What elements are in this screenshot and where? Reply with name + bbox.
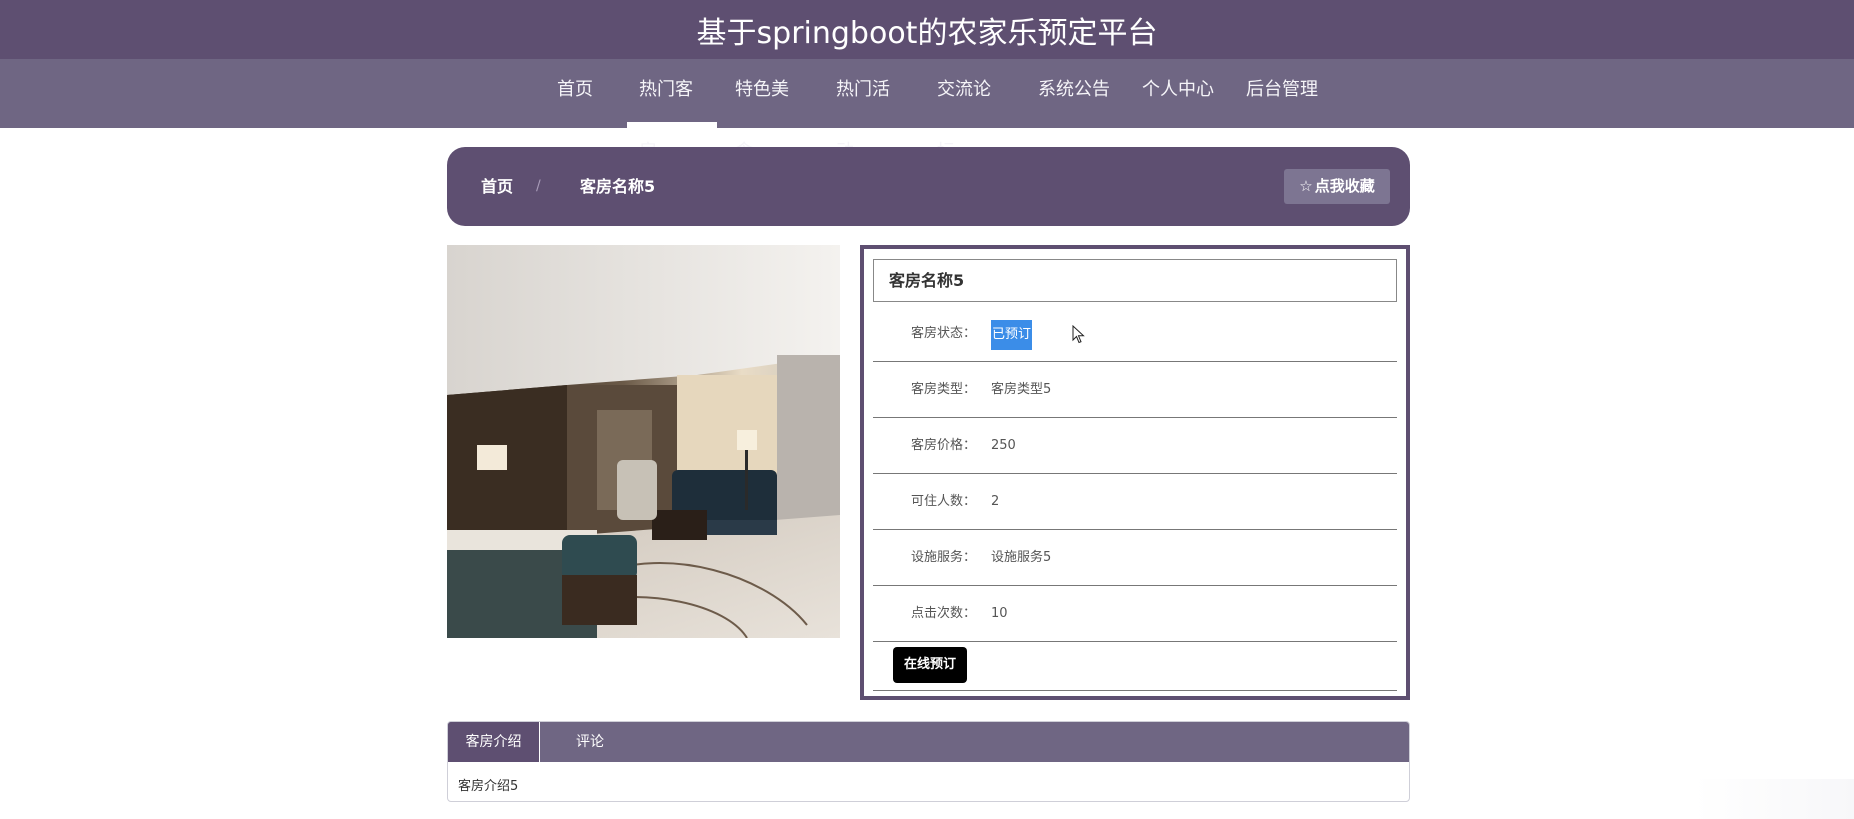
field-row-status: 客房状态： 已预订 [873, 306, 1397, 362]
field-value: 10 [991, 606, 1008, 621]
field-label: 客房状态： [911, 326, 977, 341]
room-tabs: 客房介绍 评论 客房介绍5 [447, 721, 1410, 802]
field-label: 设施服务： [911, 550, 977, 565]
favorite-button[interactable]: ☆ 点我收藏 [1284, 169, 1390, 204]
room-image [447, 245, 840, 638]
booking-row: 在线预订 [873, 641, 1397, 691]
breadcrumb-current: 客房名称5 [580, 177, 656, 196]
main-nav: 首页 热门客房 特色美食 热门活动 交流论坛 系统公告 个人中心 后台管理 [0, 59, 1854, 162]
field-label: 可住人数： [911, 494, 977, 509]
room-detail-panel: 客房名称5 客房状态： 已预订 客房类型： 客房类型5 客房价格： 250 可住… [860, 245, 1410, 700]
field-row-price: 客房价格： 250 [873, 418, 1397, 474]
tab-content-text: 客房介绍5 [458, 779, 519, 794]
breadcrumb: 首页 / 客房名称5 ☆ 点我收藏 [447, 147, 1410, 226]
site-title: 基于springboot的农家乐预定平台 [696, 16, 1158, 51]
field-value: 2 [991, 494, 1000, 509]
field-row-clicks: 点击次数： 10 [873, 586, 1397, 642]
field-value: 客房类型5 [991, 382, 1052, 397]
field-label: 客房类型： [911, 382, 977, 397]
mouse-cursor-icon [1072, 325, 1085, 344]
nav-item-home[interactable]: 首页 [545, 59, 621, 128]
field-label: 点击次数： [911, 606, 977, 621]
breadcrumb-home[interactable]: 首页 [481, 147, 513, 226]
room-name: 客房名称5 [873, 259, 1397, 302]
field-value: 250 [991, 438, 1016, 453]
field-value: 设施服务5 [991, 550, 1052, 565]
tab-room-intro[interactable]: 客房介绍 [448, 722, 540, 762]
nav-item-user-center[interactable]: 个人中心 [1130, 59, 1228, 128]
star-outline-icon: ☆ [1299, 177, 1313, 195]
nav-item-admin[interactable]: 后台管理 [1234, 59, 1332, 128]
nav-item-food[interactable]: 特色美食 [723, 59, 818, 162]
field-label: 客房价格： [911, 438, 977, 453]
breadcrumb-separator: / [536, 178, 541, 194]
site-header: 基于springboot的农家乐预定平台 [0, 0, 1854, 59]
nav-item-activities[interactable]: 热门活动 [824, 59, 919, 162]
corner-decoration [1694, 779, 1854, 819]
tab-comments[interactable]: 评论 [540, 722, 640, 762]
status-value: 已预订 [991, 320, 1033, 350]
field-row-type: 客房类型： 客房类型5 [873, 362, 1397, 418]
nav-item-notices[interactable]: 系统公告 [1026, 59, 1124, 128]
nav-item-hot-rooms[interactable]: 热门客房 [627, 59, 717, 162]
field-row-facilities: 设施服务： 设施服务5 [873, 530, 1397, 586]
book-online-button[interactable]: 在线预订 [893, 647, 967, 683]
field-row-capacity: 可住人数： 2 [873, 474, 1397, 530]
tabs-header: 客房介绍 评论 [448, 722, 1409, 762]
nav-item-forum[interactable]: 交流论坛 [925, 59, 1020, 162]
